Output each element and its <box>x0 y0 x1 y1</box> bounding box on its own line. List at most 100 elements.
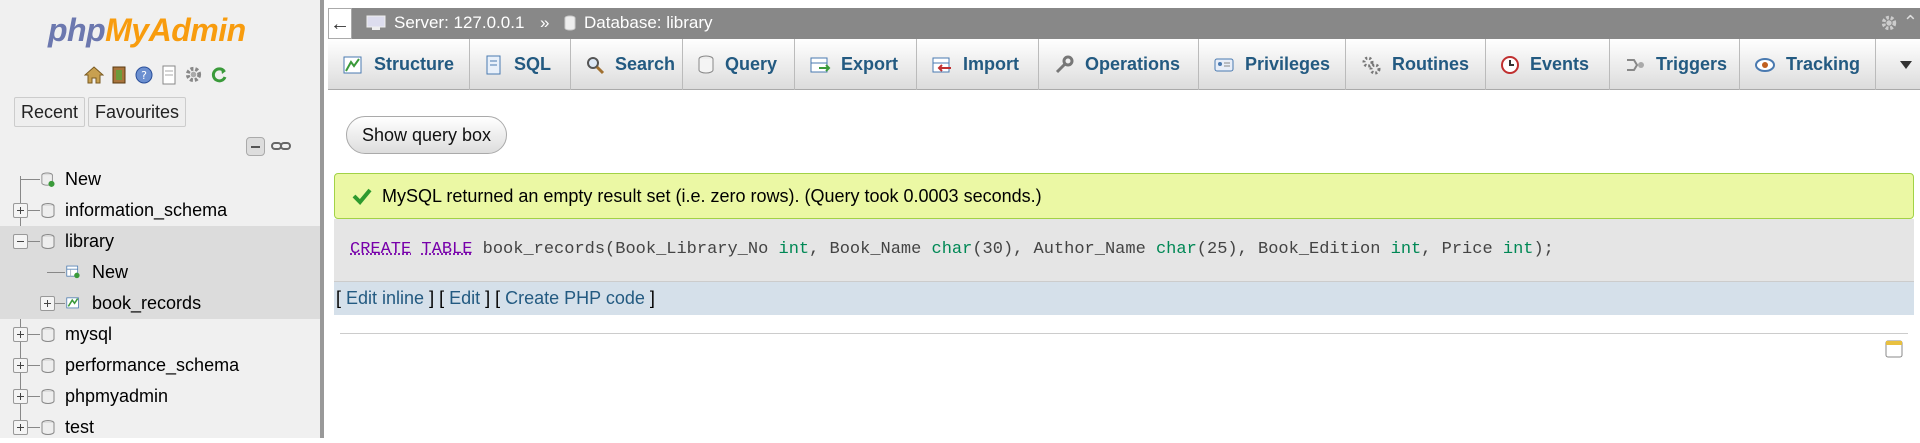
tab-import[interactable]: Import <box>917 39 1039 90</box>
settings-icon[interactable] <box>183 64 204 85</box>
sql-text: , Price <box>1421 240 1503 259</box>
expand-icon[interactable] <box>13 358 28 373</box>
tab-label[interactable]: Import <box>963 54 1019 75</box>
events-icon <box>1501 55 1519 74</box>
sql-text: , Book_Name <box>809 240 932 259</box>
tab-label[interactable]: Query <box>725 54 777 75</box>
console-icon[interactable] <box>1884 339 1904 364</box>
sql-keyword[interactable]: TABLE <box>421 240 472 259</box>
tree-item-label[interactable]: library <box>65 231 114 252</box>
tab-label[interactable]: SQL <box>514 54 551 75</box>
tree-item-book-records[interactable]: book_records <box>0 288 320 319</box>
link-with-main-icon[interactable] <box>271 138 291 159</box>
database-icon <box>41 327 55 342</box>
tree-item-label[interactable]: New <box>92 262 128 283</box>
tab-label[interactable]: Triggers <box>1656 54 1727 75</box>
expand-icon[interactable] <box>13 327 28 342</box>
breadcrumb-database[interactable]: Database: library <box>564 13 713 33</box>
tab-search[interactable]: Search <box>571 39 683 90</box>
expand-icon[interactable] <box>13 420 28 435</box>
collapse-top-icon[interactable]: ⌃ <box>1903 12 1918 33</box>
bracket: [ <box>336 288 347 308</box>
chevron-down-icon <box>1900 60 1912 69</box>
collapse-icon[interactable] <box>13 234 28 249</box>
expand-icon[interactable] <box>40 296 55 311</box>
create-php-code-link[interactable]: Create PHP code <box>505 288 645 309</box>
expand-icon[interactable] <box>13 389 28 404</box>
navigation-panel: phpMyAdmin ? Recent Favourites New infor… <box>0 0 324 438</box>
tab-tracking[interactable]: Tracking <box>1740 39 1876 90</box>
tab-export[interactable]: Export <box>795 39 917 90</box>
tab-operations[interactable]: Operations <box>1039 39 1199 90</box>
tab-label[interactable]: Operations <box>1085 54 1180 75</box>
sql-type: int <box>778 240 810 259</box>
table-icon <box>66 297 79 309</box>
sql-keyword[interactable]: CREATE <box>350 240 411 259</box>
tab-query[interactable]: Query <box>683 39 795 90</box>
privileges-icon <box>1214 58 1234 71</box>
sql-query-code: CREATE TABLE book_records(Book_Library_N… <box>350 240 1554 259</box>
tab-label[interactable]: Structure <box>374 54 454 75</box>
svg-text:?: ? <box>141 69 147 82</box>
tab-label[interactable]: Search <box>615 54 675 75</box>
database-icon <box>41 420 55 435</box>
recent-button[interactable]: Recent <box>14 97 86 127</box>
tree-item-information-schema[interactable]: information_schema <box>0 195 320 226</box>
bracket: ] [ <box>480 288 506 308</box>
back-arrow-icon[interactable]: ← <box>328 8 352 39</box>
tab-privileges[interactable]: Privileges <box>1199 39 1346 90</box>
bracket: ] <box>644 288 655 308</box>
database-tab-menu: Structure SQL Search Query Export Import… <box>328 39 1920 90</box>
help-icon[interactable]: ? <box>133 64 154 85</box>
breadcrumb-database-label[interactable]: Database: library <box>584 13 713 33</box>
settings-gear-icon[interactable] <box>1880 14 1898 37</box>
show-query-box-button[interactable]: Show query box <box>346 116 507 154</box>
success-message: MySQL returned an empty result set (i.e.… <box>334 173 1914 219</box>
edit-inline-link[interactable]: Edit inline <box>346 288 424 309</box>
tree-item-new-database[interactable]: New <box>0 164 320 195</box>
bracket: ] [ <box>424 288 450 308</box>
collapse-all-button[interactable] <box>246 137 265 156</box>
tree-item-test[interactable]: test <box>0 412 320 443</box>
tab-label[interactable]: Export <box>841 54 898 75</box>
tab-label[interactable]: Tracking <box>1786 54 1860 75</box>
exit-icon[interactable] <box>108 64 129 85</box>
tree-item-label[interactable]: book_records <box>92 293 201 314</box>
tab-sql[interactable]: SQL <box>470 39 571 90</box>
edit-link[interactable]: Edit <box>449 288 480 309</box>
docs-icon[interactable] <box>158 64 179 85</box>
sql-text: ); <box>1533 240 1554 259</box>
tab-routines[interactable]: Routines <box>1346 39 1486 90</box>
expand-icon[interactable] <box>13 203 28 218</box>
query-icon <box>698 55 714 73</box>
favourites-button[interactable]: Favourites <box>88 97 187 127</box>
export-icon <box>810 57 831 72</box>
tree-item-label[interactable]: information_schema <box>65 200 227 221</box>
tab-label[interactable]: Events <box>1530 54 1589 75</box>
database-icon <box>41 203 55 218</box>
phpmyadmin-logo[interactable]: phpMyAdmin <box>48 12 246 49</box>
reload-icon[interactable] <box>208 64 229 85</box>
sql-text: book_records(Book_Library_No <box>472 240 779 259</box>
tree-item-new-table[interactable]: New <box>0 257 320 288</box>
breadcrumb-server-label[interactable]: Server: 127.0.0.1 <box>394 13 524 33</box>
tree-item-mysql[interactable]: mysql <box>0 319 320 350</box>
tab-events[interactable]: Events <box>1486 39 1610 90</box>
tab-structure[interactable]: Structure <box>328 39 470 90</box>
home-icon[interactable] <box>83 64 104 85</box>
tab-triggers[interactable]: Triggers <box>1610 39 1740 90</box>
tree-item-phpmyadmin[interactable]: phpmyadmin <box>0 381 320 412</box>
breadcrumb-server[interactable]: Server: 127.0.0.1 <box>366 13 524 33</box>
tree-item-label[interactable]: phpmyadmin <box>65 386 168 407</box>
tab-label[interactable]: Privileges <box>1245 54 1330 75</box>
tree-item-label[interactable]: test <box>65 417 94 438</box>
tree-item-performance-schema[interactable]: performance_schema <box>0 350 320 381</box>
tab-label[interactable]: Routines <box>1392 54 1469 75</box>
tree-item-label[interactable]: performance_schema <box>65 355 239 376</box>
tree-item-library[interactable]: library <box>0 226 320 257</box>
tree-item-label[interactable]: New <box>65 169 101 190</box>
sql-icon <box>486 55 501 74</box>
more-tabs-button[interactable] <box>1892 39 1920 90</box>
divider <box>340 333 1908 334</box>
tree-item-label[interactable]: mysql <box>65 324 112 345</box>
